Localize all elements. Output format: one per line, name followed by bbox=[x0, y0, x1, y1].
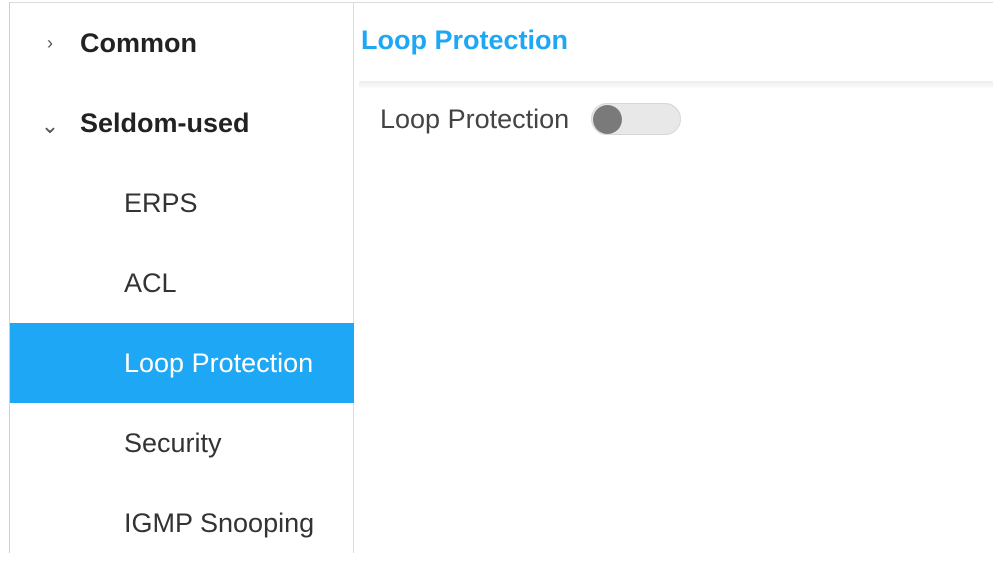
sidebar-item-acl[interactable]: ACL bbox=[10, 243, 354, 323]
page-title: Loop Protection bbox=[361, 25, 568, 55]
sidebar-item-label: Security bbox=[124, 427, 222, 458]
sidebar-item-security[interactable]: Security bbox=[10, 403, 354, 483]
sidebar-item-igmp-snooping[interactable]: IGMP Snooping bbox=[10, 483, 354, 563]
app-window: › Common ⌄ Seldom-used ERPS ACL Loop Pro… bbox=[0, 0, 993, 553]
nav-group-label: Seldom-used bbox=[80, 107, 250, 138]
title-divider bbox=[359, 81, 993, 89]
sidebar-nav: › Common ⌄ Seldom-used ERPS ACL Loop Pro… bbox=[9, 2, 354, 553]
toggle-knob bbox=[593, 105, 623, 134]
nav-group-label: Common bbox=[80, 27, 197, 58]
sidebar-item-erps[interactable]: ERPS bbox=[10, 163, 354, 243]
loop-protection-label: Loop Protection bbox=[380, 103, 570, 134]
nav-group-seldom-used[interactable]: ⌄ Seldom-used bbox=[10, 83, 354, 163]
sidebar-item-label: IGMP Snooping bbox=[124, 507, 315, 538]
chevron-down-icon: ⌄ bbox=[40, 113, 60, 138]
sidebar-item-loop-protection[interactable]: Loop Protection bbox=[10, 323, 354, 403]
sidebar-item-label: ACL bbox=[124, 267, 177, 298]
loop-protection-toggle[interactable] bbox=[591, 103, 682, 135]
main-content: Loop Protection Loop Protection bbox=[354, 2, 993, 551]
sidebar-item-label: ERPS bbox=[124, 187, 198, 218]
loop-protection-setting-row: Loop Protection bbox=[380, 99, 682, 139]
sidebar-item-label: Loop Protection bbox=[124, 347, 314, 378]
nav-group-common[interactable]: › Common bbox=[10, 3, 354, 83]
chevron-right-icon: › bbox=[47, 32, 53, 53]
